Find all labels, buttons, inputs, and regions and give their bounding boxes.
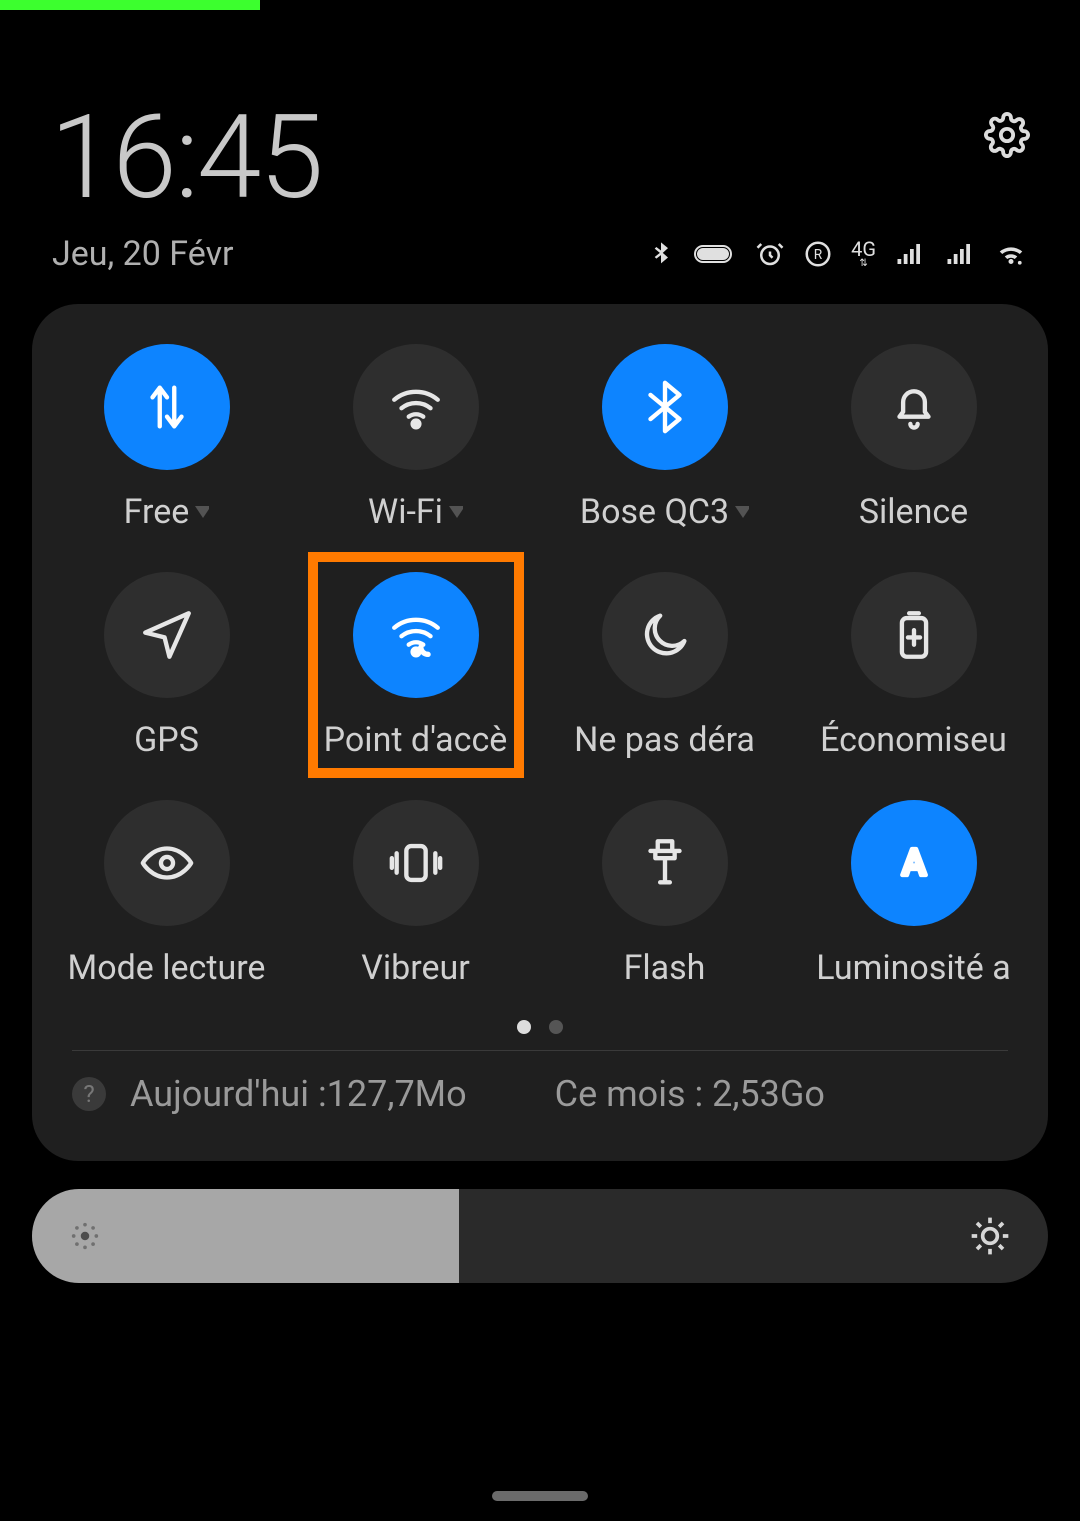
tile-label-text: Luminosité a: [816, 948, 1010, 988]
tile-bell[interactable]: Silence: [789, 344, 1038, 532]
hotspot-icon: [353, 572, 479, 698]
network-type-text: 4G: [851, 239, 876, 259]
tile-label: Flash: [624, 948, 706, 988]
moon-icon: [602, 572, 728, 698]
roaming-status-icon: R: [803, 239, 833, 269]
wifi-icon: [353, 344, 479, 470]
tile-label: Ne pas déra: [574, 720, 755, 760]
eye-icon: [104, 800, 230, 926]
brightness-slider[interactable]: [32, 1189, 1048, 1283]
svg-text:R: R: [814, 247, 823, 263]
tiles-grid: Free Wi-Fi Bose QC3 Silence GPS Point d'accè N…: [42, 344, 1038, 988]
location-icon: [104, 572, 230, 698]
tile-label-text: Bose QC3: [580, 492, 729, 532]
tile-label-text: Vibreur: [361, 948, 470, 988]
header: 16:45: [0, 0, 1080, 226]
wifi-status-icon: [994, 239, 1028, 269]
gear-icon: [984, 112, 1030, 158]
quick-settings-panel: Free Wi-Fi Bose QC3 Silence GPS Point d'accè N…: [32, 304, 1048, 1161]
signal-1-icon: [894, 239, 926, 269]
data-today-label: Aujourd'hui :127,7Mo: [130, 1073, 467, 1115]
mobile-data-icon: [104, 344, 230, 470]
tile-label-text: Point d'accè: [324, 720, 508, 760]
battery-icon: [851, 572, 977, 698]
top-green-bar: [0, 0, 260, 10]
clock-time: 16:45: [50, 90, 322, 226]
page-indicator[interactable]: [42, 1020, 1038, 1034]
data-month-label: Ce mois : 2,53Go: [555, 1073, 825, 1115]
tile-wifi[interactable]: Wi-Fi: [291, 344, 540, 532]
tile-mobile-data[interactable]: Free: [42, 344, 291, 532]
bluetooth-status-icon: [647, 239, 675, 269]
tile-auto-brightness[interactable]: A Luminosité a: [789, 800, 1038, 988]
tile-label-text: Silence: [859, 492, 968, 532]
signal-2-icon: [944, 239, 976, 269]
tile-label-text: Wi-Fi: [368, 492, 443, 532]
status-bar-icons: R 4G⇅: [647, 239, 1028, 269]
tile-label: Wi-Fi: [368, 492, 463, 532]
battery-pill-icon: [693, 239, 737, 269]
tile-label-text: Mode lecture: [68, 948, 266, 988]
tile-label: Free: [124, 492, 210, 532]
tile-label-text: Flash: [624, 948, 706, 988]
tile-label: Vibreur: [361, 948, 470, 988]
brightness-low-icon: [68, 1219, 102, 1253]
bluetooth-icon: [602, 344, 728, 470]
tile-battery[interactable]: Économiseu: [789, 572, 1038, 760]
page-dot[interactable]: [517, 1020, 531, 1034]
tile-eye[interactable]: Mode lecture: [42, 800, 291, 988]
nav-handle[interactable]: [492, 1491, 588, 1501]
brightness-high-icon: [968, 1214, 1012, 1258]
flash-icon: [602, 800, 728, 926]
tile-label: Point d'accè: [324, 720, 508, 760]
page-dot[interactable]: [549, 1020, 563, 1034]
tile-hotspot[interactable]: Point d'accè: [291, 572, 540, 760]
tile-label: Mode lecture: [68, 948, 266, 988]
tile-label: GPS: [134, 720, 199, 760]
tile-location[interactable]: GPS: [42, 572, 291, 760]
chevron-down-icon: [449, 506, 463, 518]
tile-label: Bose QC3: [580, 492, 749, 532]
tile-flash[interactable]: Flash: [540, 800, 789, 988]
subheader: Jeu, 20 Févr R 4G⇅: [0, 226, 1080, 274]
data-usage-row[interactable]: ? Aujourd'hui :127,7Mo Ce mois : 2,53Go: [42, 1051, 1038, 1141]
bell-icon: [851, 344, 977, 470]
tile-moon[interactable]: Ne pas déra: [540, 572, 789, 760]
alarm-status-icon: [755, 239, 785, 269]
svg-text:A: A: [901, 841, 925, 884]
tile-bluetooth[interactable]: Bose QC3: [540, 344, 789, 532]
date-label: Jeu, 20 Févr: [52, 234, 234, 274]
tile-label-text: Free: [124, 492, 190, 532]
tile-label: Économiseu: [820, 720, 1007, 760]
chevron-down-icon: [195, 506, 209, 518]
chevron-down-icon: [735, 506, 749, 518]
tile-label-text: GPS: [134, 720, 199, 760]
settings-button[interactable]: [984, 112, 1030, 158]
auto-brightness-icon: A: [851, 800, 977, 926]
tile-label-text: Économiseu: [820, 720, 1007, 760]
tile-label: Luminosité a: [816, 948, 1010, 988]
tile-vibrate[interactable]: Vibreur: [291, 800, 540, 988]
vibrate-icon: [353, 800, 479, 926]
network-type-label: 4G⇅: [851, 239, 876, 269]
tile-label: Silence: [859, 492, 968, 532]
help-icon: ?: [72, 1077, 106, 1111]
tile-label-text: Ne pas déra: [574, 720, 755, 760]
